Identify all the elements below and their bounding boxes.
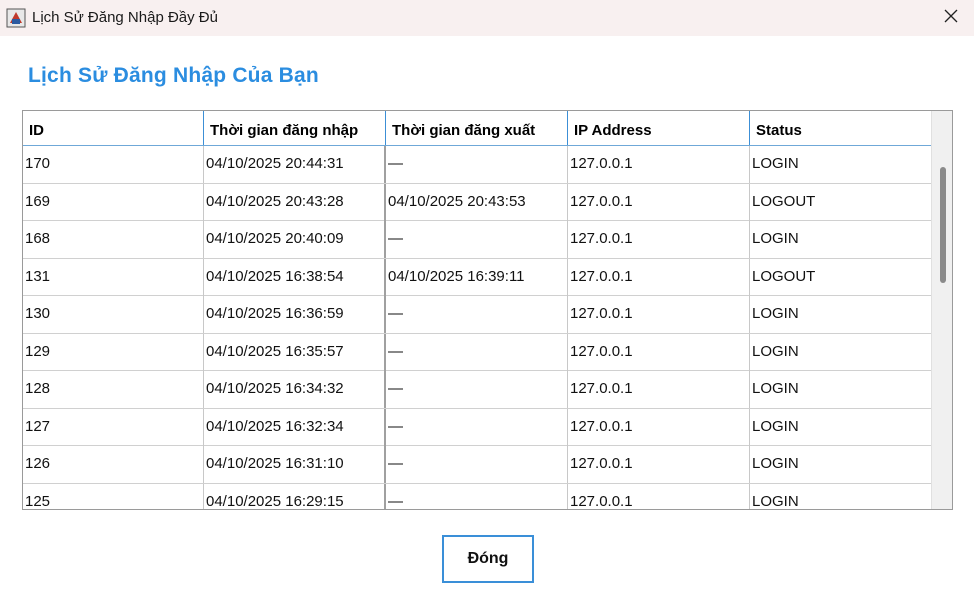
table-row[interactable]: 127 04/10/2025 16:32:34—127.0.0.1 LOGIN: [23, 408, 932, 446]
cell-login-time: 04/10/2025 20:44:31: [204, 146, 386, 183]
cell-id: 131: [23, 258, 204, 296]
cell-login-time: 04/10/2025 16:35:57: [204, 333, 386, 371]
column-header-logout-time[interactable]: Thời gian đăng xuất: [386, 111, 568, 145]
cell-id: 127: [23, 408, 204, 446]
column-header-ip-address[interactable]: IP Address: [568, 111, 750, 145]
cell-ip-address: 127.0.0.1: [568, 258, 750, 296]
cell-id: 125: [23, 483, 204, 509]
table-row[interactable]: 126 04/10/2025 16:31:10—127.0.0.1 LOGIN: [23, 446, 932, 484]
table-body: 170 04/10/2025 20:44:31—127.0.0.1 LOGIN 169…: [23, 146, 932, 510]
close-icon: [944, 9, 958, 28]
cell-ip-address: 127.0.0.1: [568, 371, 750, 408]
cell-status: LOGIN: [752, 342, 799, 360]
cell-login-time: 04/10/2025 20:40:09: [204, 221, 386, 258]
cell-id: 130: [23, 296, 204, 333]
cell-id: 169: [23, 183, 204, 221]
table-row[interactable]: 131 04/10/2025 16:38:54 04/10/2025 16:39:1…: [23, 258, 932, 296]
cell-logout-time: 04/10/2025 20:43:53: [386, 183, 568, 221]
cell-status: LOGIN: [752, 417, 799, 435]
cell-status: LOGOUT: [752, 192, 816, 210]
login-history-table[interactable]: ID Thời gian đăng nhập Thời gian đăng xu…: [22, 110, 953, 510]
cell-login-time: 04/10/2025 16:36:59: [204, 296, 386, 333]
cell-ip-address: 127.0.0.1: [568, 183, 750, 221]
cell-logout-time: —: [386, 371, 568, 408]
cell-login-time: 04/10/2025 20:43:28: [204, 183, 386, 221]
cell-login-time: 04/10/2025 16:31:10: [204, 446, 386, 483]
cell-logout-time: —: [386, 296, 568, 333]
cell-ip-address: 127.0.0.1: [568, 296, 750, 333]
table-row[interactable]: 130 04/10/2025 16:36:59—127.0.0.1 LOGIN: [23, 296, 932, 334]
cell-status: LOGOUT: [752, 267, 816, 285]
table-row[interactable]: 168 04/10/2025 20:40:09—127.0.0.1 LOGIN: [23, 221, 932, 259]
cell-logout-time: —: [386, 408, 568, 446]
table-row[interactable]: 128 04/10/2025 16:34:32—127.0.0.1 LOGIN: [23, 371, 932, 409]
page-title: Lịch Sử Đăng Nhập Của Bạn: [28, 64, 319, 87]
cell-logout-time: —: [386, 333, 568, 371]
vertical-scrollbar[interactable]: [931, 111, 952, 509]
window-close-button[interactable]: [928, 0, 974, 36]
cell-ip-address: 127.0.0.1: [568, 446, 750, 483]
cell-ip-address: 127.0.0.1: [568, 333, 750, 371]
table-row[interactable]: 125 04/10/2025 16:29:15—127.0.0.1 LOGIN: [23, 483, 932, 510]
cell-logout-time: —: [386, 221, 568, 258]
cell-login-time: 04/10/2025 16:38:54: [204, 258, 386, 296]
close-dialog-button[interactable]: Đóng: [442, 535, 534, 583]
window-title: Lịch Sử Đăng Nhập Đầy Đủ: [32, 9, 218, 26]
cell-id: 126: [23, 446, 204, 483]
cell-ip-address: 127.0.0.1: [568, 408, 750, 446]
cell-ip-address: 127.0.0.1: [568, 221, 750, 258]
title-bar: Lịch Sử Đăng Nhập Đầy Đủ: [0, 0, 974, 36]
cell-status: LOGIN: [752, 492, 799, 510]
table-header: ID Thời gian đăng nhập Thời gian đăng xu…: [23, 111, 932, 146]
cell-id: 128: [23, 371, 204, 408]
column-header-login-time[interactable]: Thời gian đăng nhập: [204, 111, 386, 145]
cell-status: LOGIN: [752, 380, 799, 397]
scrollbar-thumb[interactable]: [940, 167, 946, 283]
cell-id: 170: [23, 146, 204, 183]
cell-logout-time: —: [386, 146, 568, 183]
cell-status: LOGIN: [752, 455, 799, 472]
table-row[interactable]: 129 04/10/2025 16:35:57—127.0.0.1 LOGIN: [23, 333, 932, 371]
cell-ip-address: 127.0.0.1: [568, 483, 750, 509]
column-header-status[interactable]: Status: [750, 111, 932, 145]
cell-login-time: 04/10/2025 16:29:15: [204, 483, 386, 509]
cell-logout-time: —: [386, 446, 568, 483]
cell-ip-address: 127.0.0.1: [568, 146, 750, 183]
java-app-icon: [6, 8, 26, 28]
cell-logout-time: 04/10/2025 16:39:11: [386, 258, 568, 296]
cell-login-time: 04/10/2025 16:34:32: [204, 371, 386, 408]
column-header-id[interactable]: ID: [23, 111, 204, 145]
cell-logout-time: —: [386, 483, 568, 509]
cell-login-time: 04/10/2025 16:32:34: [204, 408, 386, 446]
cell-status: LOGIN: [752, 305, 799, 322]
cell-id: 168: [23, 221, 204, 258]
table-row[interactable]: 169 04/10/2025 20:43:28 04/10/2025 20:43:5…: [23, 183, 932, 221]
cell-status: LOGIN: [752, 230, 799, 247]
cell-id: 129: [23, 333, 204, 371]
cell-status: LOGIN: [752, 155, 799, 172]
table-row[interactable]: 170 04/10/2025 20:44:31—127.0.0.1 LOGIN: [23, 146, 932, 184]
